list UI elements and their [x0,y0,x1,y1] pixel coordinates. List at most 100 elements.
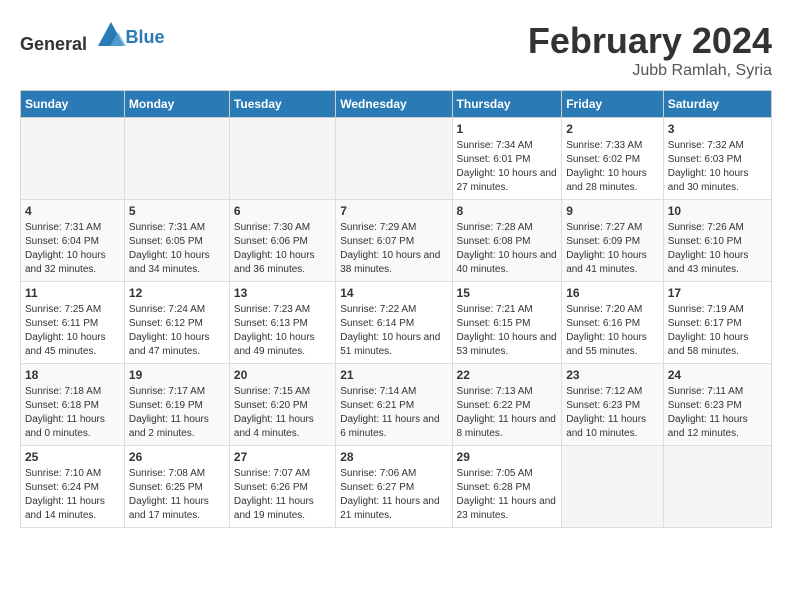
title-area: February 2024 Jubb Ramlah, Syria [528,20,772,80]
day-number: 10 [668,204,767,218]
calendar-cell: 1 Sunrise: 7:34 AMSunset: 6:01 PMDaylight… [452,118,562,200]
day-number: 22 [457,368,558,382]
day-info: Sunrise: 7:32 AMSunset: 6:03 PMDaylight:… [668,139,767,195]
day-number: 1 [457,122,558,136]
day-number: 21 [340,368,447,382]
day-info: Sunrise: 7:20 AMSunset: 6:16 PMDaylight:… [566,303,659,359]
calendar-cell: 29 Sunrise: 7:05 AMSunset: 6:28 PMDayligh… [452,446,562,528]
day-info: Sunrise: 7:11 AMSunset: 6:23 PMDaylight:… [668,385,767,441]
day-info: Sunrise: 7:15 AMSunset: 6:20 PMDaylight:… [234,385,331,441]
day-info: Sunrise: 7:28 AMSunset: 6:08 PMDaylight:… [457,221,558,277]
day-number: 8 [457,204,558,218]
weekday-header-friday: Friday [562,91,664,118]
header: General Blue February 2024 Jubb Ramlah, … [20,20,772,80]
calendar-cell: 10 Sunrise: 7:26 AMSunset: 6:10 PMDayligh… [663,200,771,282]
day-info: Sunrise: 7:21 AMSunset: 6:15 PMDaylight:… [457,303,558,359]
day-info: Sunrise: 7:10 AMSunset: 6:24 PMDaylight:… [25,467,120,523]
weekday-header-sunday: Sunday [21,91,125,118]
calendar-cell: 25 Sunrise: 7:10 AMSunset: 6:24 PMDayligh… [21,446,125,528]
day-number: 17 [668,286,767,300]
calendar-cell: 3Sunrise: 7:32 AMSunset: 6:03 PMDaylight… [663,118,771,200]
day-info: Sunrise: 7:05 AMSunset: 6:28 PMDaylight:… [457,467,558,523]
calendar-cell [21,118,125,200]
weekday-header-thursday: Thursday [452,91,562,118]
calendar-cell: 7 Sunrise: 7:29 AMSunset: 6:07 PMDaylight… [336,200,452,282]
weekday-header-row: SundayMondayTuesdayWednesdayThursdayFrid… [21,91,772,118]
day-number: 26 [129,450,225,464]
day-number: 9 [566,204,659,218]
calendar-cell: 24 Sunrise: 7:11 AMSunset: 6:23 PMDayligh… [663,364,771,446]
calendar-cell: 15 Sunrise: 7:21 AMSunset: 6:15 PMDayligh… [452,282,562,364]
day-number: 12 [129,286,225,300]
calendar-cell: 8 Sunrise: 7:28 AMSunset: 6:08 PMDaylight… [452,200,562,282]
day-info: Sunrise: 7:18 AMSunset: 6:18 PMDaylight:… [25,385,120,441]
day-number: 25 [25,450,120,464]
calendar-cell [562,446,664,528]
calendar-cell [663,446,771,528]
day-number: 4 [25,204,120,218]
day-info: Sunrise: 7:29 AMSunset: 6:07 PMDaylight:… [340,221,447,277]
day-info: Sunrise: 7:25 AMSunset: 6:11 PMDaylight:… [25,303,120,359]
calendar-week-row: 18 Sunrise: 7:18 AMSunset: 6:18 PMDayligh… [21,364,772,446]
day-info: Sunrise: 7:17 AMSunset: 6:19 PMDaylight:… [129,385,225,441]
day-info: Sunrise: 7:34 AMSunset: 6:01 PMDaylight:… [457,139,558,195]
calendar-cell: 16 Sunrise: 7:20 AMSunset: 6:16 PMDayligh… [562,282,664,364]
main-title: February 2024 [528,20,772,62]
day-number: 2 [566,122,659,136]
day-info: Sunrise: 7:08 AMSunset: 6:25 PMDaylight:… [129,467,225,523]
day-number: 23 [566,368,659,382]
calendar-cell: 18 Sunrise: 7:18 AMSunset: 6:18 PMDayligh… [21,364,125,446]
logo-blue-text: Blue [126,27,165,48]
calendar-cell: 9 Sunrise: 7:27 AMSunset: 6:09 PMDaylight… [562,200,664,282]
day-number: 29 [457,450,558,464]
day-number: 7 [340,204,447,218]
day-number: 16 [566,286,659,300]
day-info: Sunrise: 7:31 AMSunset: 6:04 PMDaylight:… [25,221,120,277]
calendar-cell: 21 Sunrise: 7:14 AMSunset: 6:21 PMDayligh… [336,364,452,446]
day-info: Sunrise: 7:23 AMSunset: 6:13 PMDaylight:… [234,303,331,359]
calendar-cell: 11 Sunrise: 7:25 AMSunset: 6:11 PMDayligh… [21,282,125,364]
subtitle: Jubb Ramlah, Syria [528,62,772,80]
calendar-week-row: 25 Sunrise: 7:10 AMSunset: 6:24 PMDayligh… [21,446,772,528]
day-number: 27 [234,450,331,464]
day-number: 13 [234,286,331,300]
weekday-header-wednesday: Wednesday [336,91,452,118]
day-number: 15 [457,286,558,300]
logo-icon [96,20,126,50]
day-number: 18 [25,368,120,382]
day-number: 20 [234,368,331,382]
day-info: Sunrise: 7:24 AMSunset: 6:12 PMDaylight:… [129,303,225,359]
day-info: Sunrise: 7:07 AMSunset: 6:26 PMDaylight:… [234,467,331,523]
calendar-week-row: 11 Sunrise: 7:25 AMSunset: 6:11 PMDayligh… [21,282,772,364]
calendar-cell: 28Sunrise: 7:06 AMSunset: 6:27 PMDayligh… [336,446,452,528]
calendar-cell: 22 Sunrise: 7:13 AMSunset: 6:22 PMDayligh… [452,364,562,446]
logo-general-text: General [20,34,87,54]
day-info: Sunrise: 7:14 AMSunset: 6:21 PMDaylight:… [340,385,447,441]
day-info: Sunrise: 7:13 AMSunset: 6:22 PMDaylight:… [457,385,558,441]
calendar-cell: 13 Sunrise: 7:23 AMSunset: 6:13 PMDayligh… [229,282,335,364]
weekday-header-tuesday: Tuesday [229,91,335,118]
day-info: Sunrise: 7:22 AMSunset: 6:14 PMDaylight:… [340,303,447,359]
calendar-cell: 26 Sunrise: 7:08 AMSunset: 6:25 PMDayligh… [124,446,229,528]
day-info: Sunrise: 7:26 AMSunset: 6:10 PMDaylight:… [668,221,767,277]
day-number: 5 [129,204,225,218]
logo: General Blue [20,20,165,55]
day-number: 6 [234,204,331,218]
weekday-header-monday: Monday [124,91,229,118]
day-info: Sunrise: 7:19 AMSunset: 6:17 PMDaylight:… [668,303,767,359]
day-info: Sunrise: 7:33 AMSunset: 6:02 PMDaylight:… [566,139,659,195]
calendar-week-row: 1 Sunrise: 7:34 AMSunset: 6:01 PMDaylight… [21,118,772,200]
calendar-cell: 5Sunrise: 7:31 AMSunset: 6:05 PMDaylight… [124,200,229,282]
calendar-cell: 2 Sunrise: 7:33 AMSunset: 6:02 PMDaylight… [562,118,664,200]
day-number: 24 [668,368,767,382]
calendar-cell: 17 Sunrise: 7:19 AMSunset: 6:17 PMDayligh… [663,282,771,364]
day-info: Sunrise: 7:27 AMSunset: 6:09 PMDaylight:… [566,221,659,277]
calendar-cell: 23Sunrise: 7:12 AMSunset: 6:23 PMDayligh… [562,364,664,446]
calendar-week-row: 4 Sunrise: 7:31 AMSunset: 6:04 PMDaylight… [21,200,772,282]
calendar-cell: 4 Sunrise: 7:31 AMSunset: 6:04 PMDaylight… [21,200,125,282]
day-number: 11 [25,286,120,300]
day-info: Sunrise: 7:06 AMSunset: 6:27 PMDaylight:… [340,467,447,523]
calendar-cell: 20 Sunrise: 7:15 AMSunset: 6:20 PMDayligh… [229,364,335,446]
day-number: 19 [129,368,225,382]
calendar-cell: 19 Sunrise: 7:17 AMSunset: 6:19 PMDayligh… [124,364,229,446]
